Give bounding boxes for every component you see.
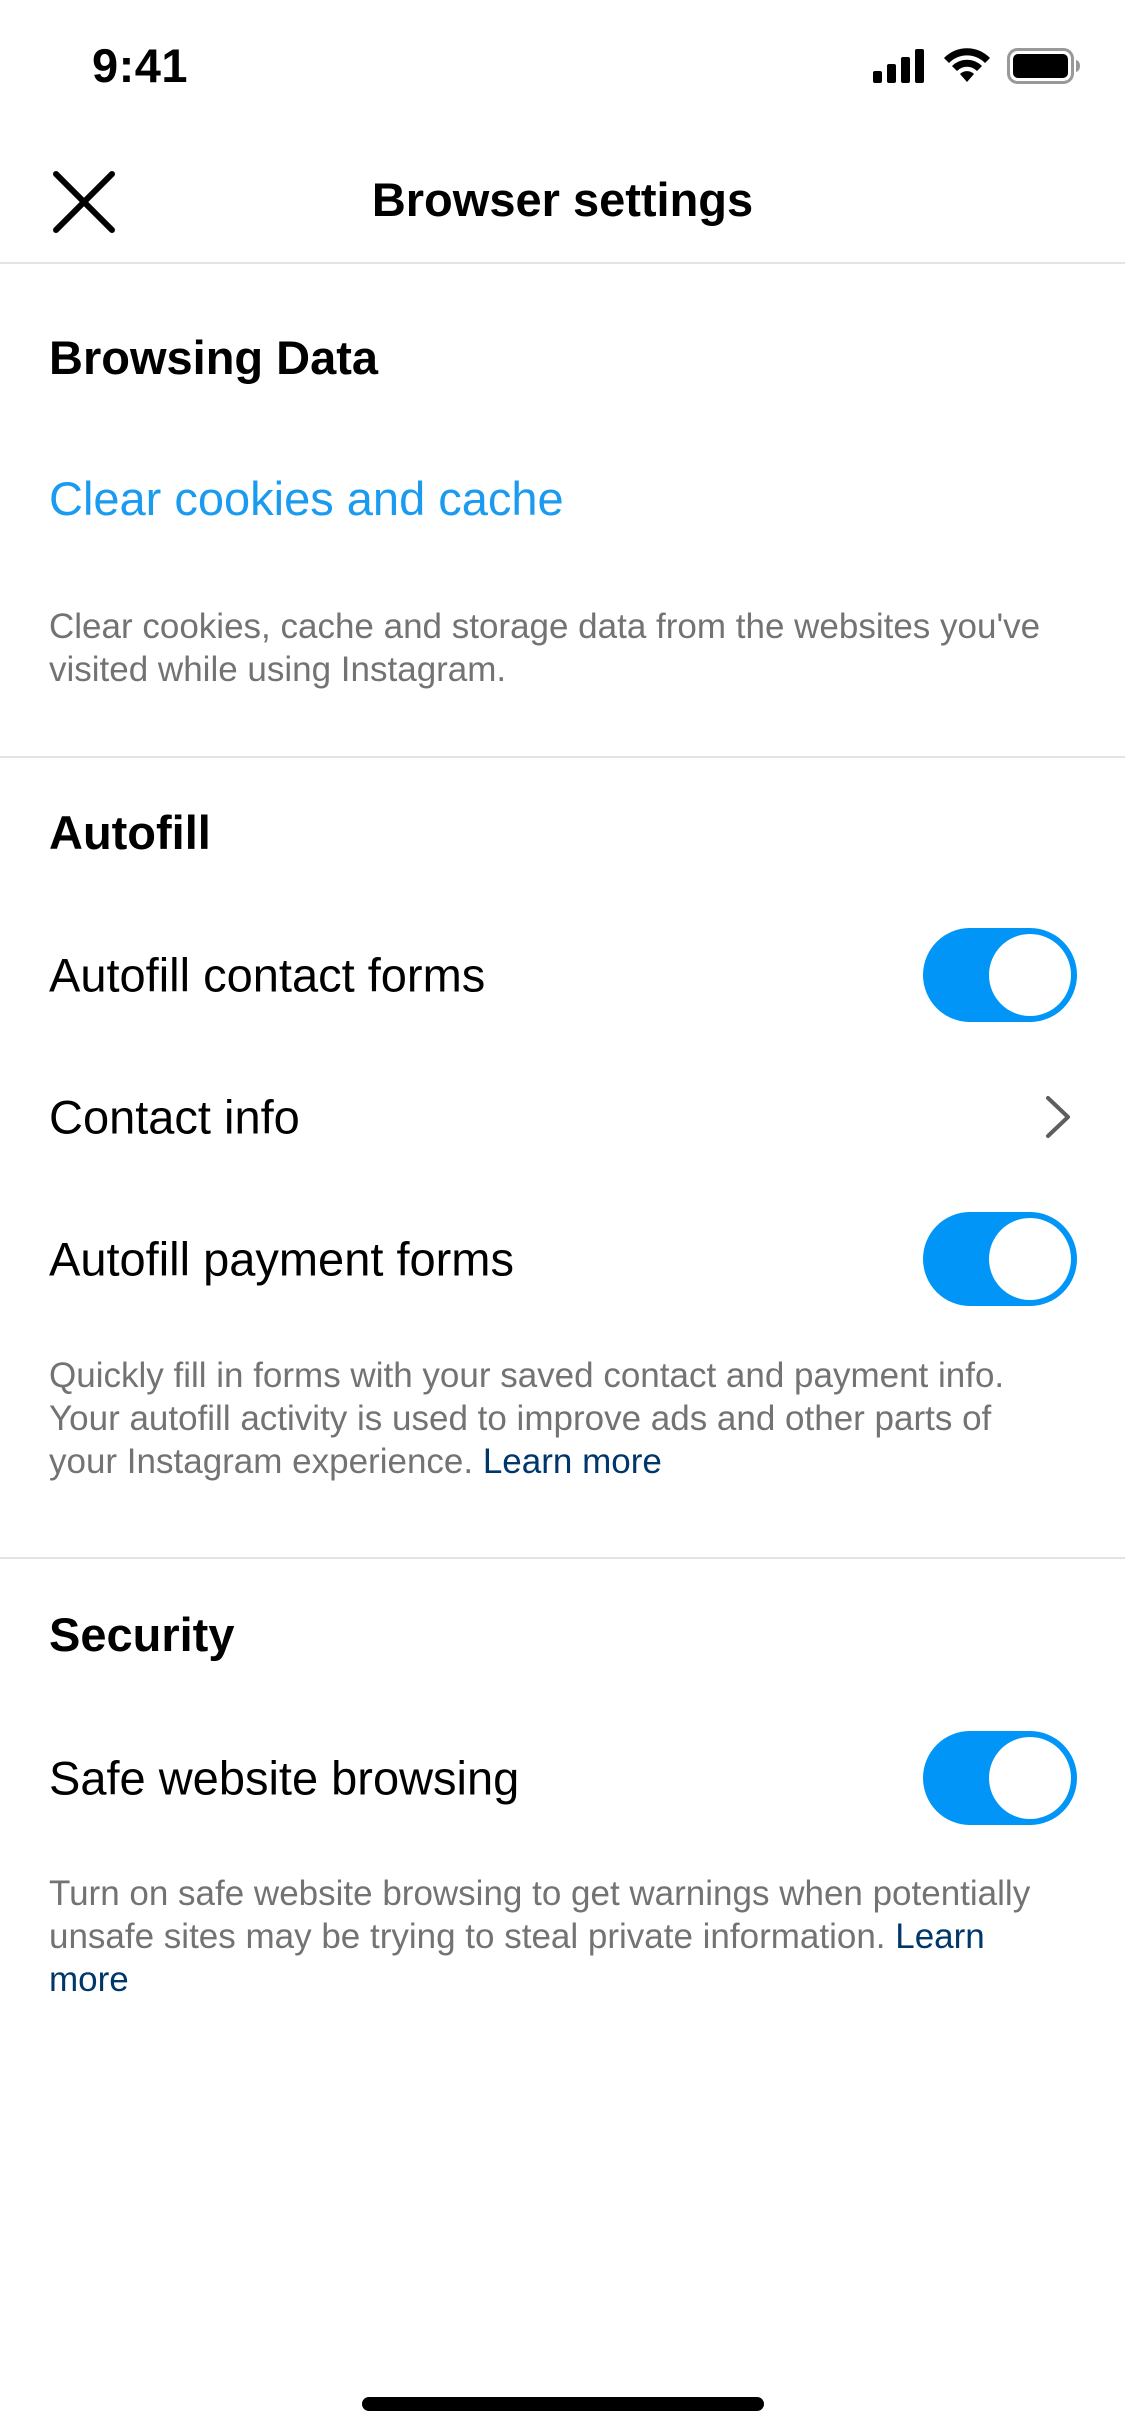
section-heading-security: Security [49,1608,235,1661]
safe-website-browsing-row[interactable]: Safe website browsing [0,1718,1125,1838]
chevron-right-icon [1043,1094,1073,1140]
nav-bar: Browser settings [0,132,1125,264]
section-heading-autofill: Autofill [49,806,211,859]
toggle-knob [989,1737,1071,1819]
toggle-knob [989,934,1071,1016]
home-indicator[interactable] [362,2397,764,2411]
row-label: Safe website browsing [49,1751,520,1805]
autofill-contact-forms-row[interactable]: Autofill contact forms [0,915,1125,1035]
autofill-payment-forms-toggle[interactable] [923,1212,1077,1306]
status-icons [873,48,1081,89]
toggle-knob [989,1218,1071,1300]
status-bar: 9:41 [0,0,1125,132]
security-description-text: Turn on safe website browsing to get war… [49,1874,1031,1956]
section-divider [0,1557,1125,1559]
contact-info-row[interactable]: Contact info [0,1057,1125,1177]
row-label: Autofill payment forms [49,1232,514,1286]
battery-icon [1007,48,1081,89]
wifi-icon [943,48,991,89]
section-heading-browsing-data: Browsing Data [49,331,379,384]
security-description: Turn on safe website browsing to get war… [49,1872,1069,2001]
page-title: Browser settings [371,173,754,226]
autofill-description: Quickly fill in forms with your saved co… [49,1354,1069,1483]
autofill-payment-forms-row[interactable]: Autofill payment forms [0,1199,1125,1319]
safe-website-browsing-toggle[interactable] [923,1731,1077,1825]
autofill-learn-more-link[interactable]: Learn more [483,1442,662,1481]
autofill-contact-forms-toggle[interactable] [923,928,1077,1022]
row-label: Contact info [49,1090,300,1144]
clear-cookies-link[interactable]: Clear cookies and cache [49,471,564,526]
section-divider [0,756,1125,758]
cellular-signal-icon [873,49,927,88]
status-time: 9:41 [92,39,189,92]
browsing-data-description: Clear cookies, cache and storage data fr… [49,607,1041,689]
row-label: Autofill contact forms [49,948,486,1002]
